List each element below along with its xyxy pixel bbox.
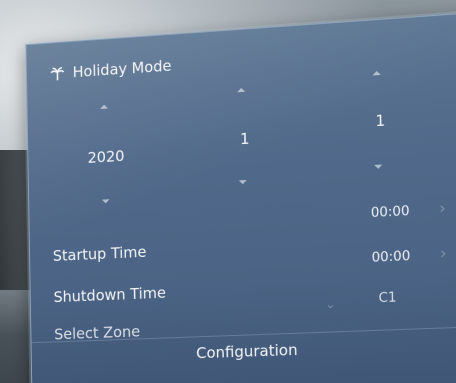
startup-chevron-right-icon[interactable]: › [439, 198, 446, 218]
configuration-button[interactable]: Configuration [196, 341, 298, 362]
day-up-arrow[interactable] [372, 71, 380, 76]
shutdown-time-label: Shutdown Time [53, 284, 166, 306]
device-screen: Holiday Mode 2020 1 1 Startup Time 00:00… [4, 0, 456, 383]
year-value[interactable]: 2020 [87, 147, 124, 167]
year-up-arrow[interactable] [100, 105, 108, 109]
panel-title: Holiday Mode [73, 57, 172, 81]
startup-time-label: Startup Time [53, 243, 147, 265]
palm-tree-icon [50, 65, 66, 82]
select-zone-value[interactable]: C1 [378, 290, 396, 306]
month-up-arrow[interactable] [237, 88, 245, 93]
startup-time-value[interactable]: 00:00 [371, 204, 410, 221]
year-down-arrow[interactable] [102, 199, 110, 203]
photo-background: Holiday Mode 2020 1 1 Startup Time 00:00… [0, 0, 456, 383]
shutdown-time-value[interactable]: 00:00 [372, 249, 411, 266]
panel-header: Holiday Mode [50, 57, 172, 83]
holiday-mode-panel: Holiday Mode 2020 1 1 Startup Time 00:00… [26, 10, 456, 383]
month-value[interactable]: 1 [240, 130, 250, 149]
day-down-arrow[interactable] [374, 165, 382, 170]
day-value[interactable]: 1 [375, 111, 385, 130]
shutdown-chevron-right-icon[interactable]: › [440, 243, 447, 263]
zone-arrow-icon: ⌄ [325, 297, 335, 312]
month-down-arrow[interactable] [239, 180, 247, 184]
